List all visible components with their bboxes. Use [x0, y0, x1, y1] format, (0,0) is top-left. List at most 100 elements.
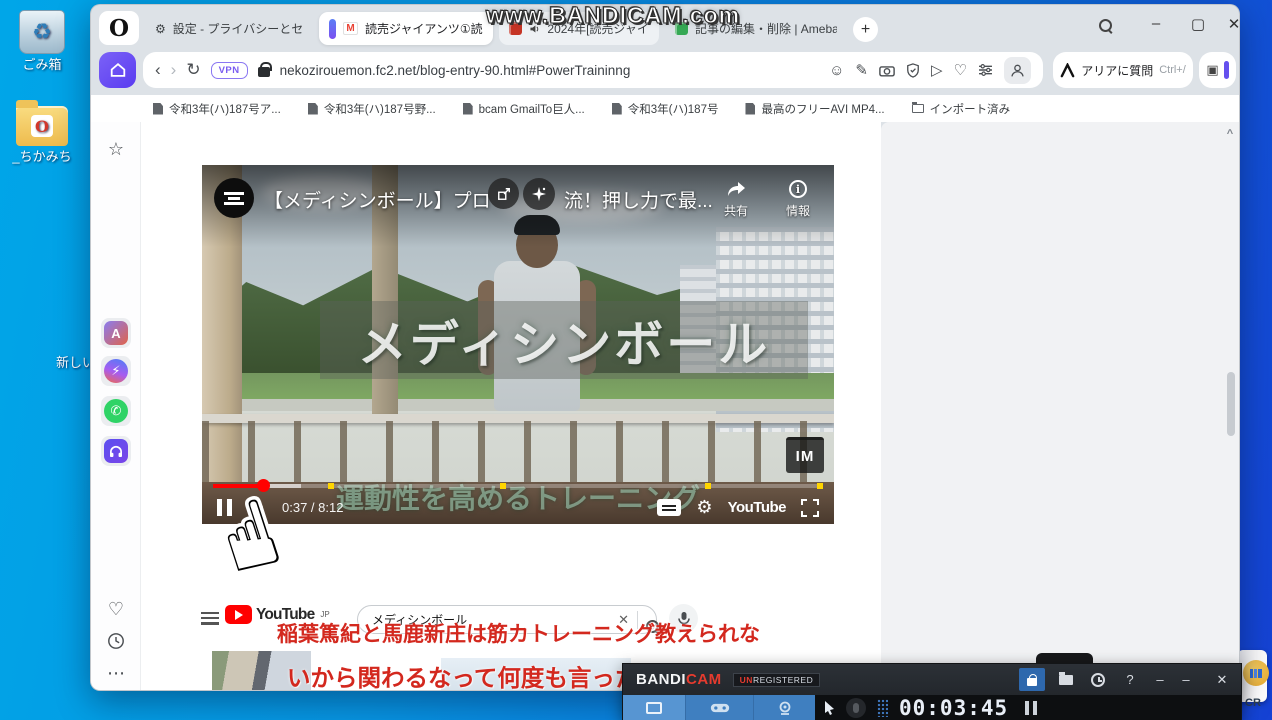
reader-settings-icon[interactable] [978, 64, 993, 76]
video-title-part1[interactable]: 【メディシンボール】プロ [264, 186, 491, 213]
profile-button[interactable] [1004, 56, 1031, 84]
schedule-button[interactable] [1085, 668, 1111, 691]
scrollbar-thumb[interactable] [1227, 372, 1235, 436]
settings-gear-icon[interactable]: ⚙ [696, 497, 712, 518]
desktop: ♻ ごみ箱 O _ちかみち 新しい CR O ⚙ 設定 - プライバシーとセキュ… [0, 0, 1272, 720]
toolbar-icon-group: ☺ ✎ ▷ ♡ [829, 56, 1031, 84]
share-label: 共有 [723, 204, 748, 218]
progress-marker [816, 483, 823, 489]
overlay-red-text-1: 稲葉篤紀と馬鹿新庄は筋カトレーニング教えられな [277, 623, 760, 646]
send-to-device-icon[interactable]: ▷ [931, 61, 943, 79]
bookmarks-bar: 令和3年(ハ)187号ア... 令和3年(ハ)187号野... bcam Gma… [91, 95, 1239, 122]
pause-recording-button[interactable] [1025, 701, 1038, 715]
shield-check-icon[interactable] [906, 62, 920, 78]
minimize-button[interactable]: – [1173, 668, 1199, 691]
new-tab-button[interactable]: + [853, 17, 878, 42]
bookmark-label: bcam GmailTo巨人... [478, 103, 585, 116]
home-button[interactable] [99, 52, 136, 88]
minimize-tray-button[interactable]: – [1147, 668, 1173, 691]
vpn-badge[interactable]: VPN [210, 61, 248, 79]
magic-sparkle-button[interactable] [523, 178, 555, 210]
progress-bar[interactable] [213, 479, 823, 492]
sidebar-item-messenger[interactable]: ⚡ [101, 356, 131, 386]
tab-gmail-active[interactable]: M 読売ジャイアンツ①読売ジャイ [319, 12, 493, 45]
screen-recording-tab[interactable] [623, 695, 685, 720]
favorites-heart-icon[interactable]: ♡ [101, 594, 131, 624]
progress-marker [328, 483, 335, 489]
captions-button[interactable] [657, 499, 682, 516]
video-player[interactable]: 【メディシンボール】プロ 流！押し力で最... 共有 i 情報 メディシンボール… [202, 165, 834, 524]
screen-icon [646, 702, 662, 714]
tab-settings[interactable]: ⚙ 設定 - プライバシーとセキュリテ [145, 12, 313, 45]
sidebar-item-aria[interactable]: A [101, 318, 131, 348]
recycle-bin-icon[interactable]: ♻ ごみ箱 [6, 10, 78, 73]
popout-button[interactable] [488, 178, 519, 209]
aria-ask-button[interactable]: アリアに質問 Ctrl+/ [1053, 52, 1193, 88]
sidebar-panel-toggle[interactable]: ▣ [1199, 52, 1236, 88]
url-text[interactable]: nekozirouemon.fc2.net/blog-entry-90.html… [280, 63, 819, 78]
tab-label: 設定 - プライバシーとセキュリテ [172, 22, 303, 36]
emoji-icon[interactable]: ☺ [829, 62, 844, 79]
forward-button[interactable]: › [171, 60, 177, 80]
fullscreen-button[interactable] [801, 498, 819, 517]
minimize-button[interactable]: – [1143, 15, 1169, 32]
bandicam-logo: BANDICAM [636, 671, 722, 688]
bookmark-item[interactable]: 令和3年(ハ)187号 [611, 101, 718, 117]
page-icon [307, 102, 318, 115]
bandicam-titlebar[interactable]: BANDICAM UNREGISTERED ? – – ✕ [623, 664, 1241, 695]
mic-status-icon[interactable] [846, 698, 866, 718]
aria-label: アリアに質問 [1081, 63, 1154, 78]
info-button[interactable]: i 情報 [774, 178, 822, 219]
bookmark-item[interactable]: bcam GmailTo巨人... [462, 101, 585, 117]
snapshot-camera-icon[interactable] [879, 64, 895, 77]
popout-icon [497, 187, 510, 200]
scrollbar-up-arrow[interactable]: ^ [1224, 128, 1236, 140]
bookmark-heart-icon[interactable]: ♡ [954, 61, 967, 79]
video-title-part2[interactable]: 流！押し力で最... [564, 186, 713, 213]
bookmark-item[interactable]: 令和3年(ハ)187号ア... [153, 101, 281, 117]
youtube-menu-icon[interactable] [201, 612, 219, 625]
close-button[interactable]: ✕ [1221, 15, 1239, 33]
folder-icon [1059, 671, 1073, 685]
opera-menu-button[interactable]: O [99, 11, 139, 45]
recording-timer: 00:03:45 [899, 696, 1009, 720]
share-button[interactable]: 共有 [712, 178, 760, 219]
sidebar-item-whatsapp[interactable]: ✆ [101, 396, 131, 426]
pinboard-star-icon[interactable]: ☆ [101, 134, 131, 164]
device-recording-tab[interactable] [753, 695, 815, 720]
bookmark-label: 令和3年(ハ)187号野... [323, 103, 436, 116]
tab-search-icon[interactable] [1099, 19, 1125, 32]
lock-mode-button[interactable] [1019, 668, 1045, 691]
channel-avatar[interactable] [214, 178, 254, 218]
bookmark-label: インポート済み [929, 103, 1011, 116]
panel-indicator-icon [1223, 61, 1229, 79]
channel-watermark[interactable]: IM [786, 437, 824, 473]
aria-logo-icon [1060, 62, 1075, 77]
edit-note-icon[interactable]: ✎ [855, 61, 868, 79]
drag-handle[interactable] [877, 699, 888, 717]
bookmark-folder-item[interactable]: インポート済み [911, 101, 1011, 117]
output-folder-button[interactable] [1053, 668, 1079, 691]
more-options-icon[interactable]: ⋯ [101, 658, 131, 688]
whatsapp-icon: ✆ [104, 399, 128, 423]
bookmark-item[interactable]: 令和3年(ハ)187号野... [307, 101, 436, 117]
help-button[interactable]: ? [1117, 668, 1143, 691]
gmail-icon: M [343, 22, 358, 35]
maximize-button[interactable]: ▢ [1185, 15, 1211, 33]
address-bar[interactable]: ‹ › ↻ VPN nekozirouemon.fc2.net/blog-ent… [143, 52, 1043, 88]
sidebar-item-player[interactable] [101, 436, 131, 466]
bandicam-status-area: 00:03:45 [815, 695, 1241, 720]
bookmark-item[interactable]: 最高のフリーAVI MP4... [745, 101, 885, 117]
opera-folder-icon[interactable]: O _ちかみち [6, 100, 78, 165]
game-recording-tab[interactable] [685, 695, 753, 720]
back-button[interactable]: ‹ [155, 60, 161, 80]
recycle-bin-glyph: ♻ [19, 10, 65, 54]
history-clock-icon[interactable] [101, 626, 131, 656]
cr-app-icon[interactable] [1243, 660, 1269, 686]
clock-icon [1091, 672, 1105, 687]
person-icon [1011, 64, 1024, 76]
close-button[interactable]: ✕ [1209, 668, 1235, 691]
lock-icon [1027, 673, 1037, 686]
reload-button[interactable]: ↻ [186, 60, 200, 80]
youtube-logo-link[interactable]: YouTube [728, 499, 787, 516]
